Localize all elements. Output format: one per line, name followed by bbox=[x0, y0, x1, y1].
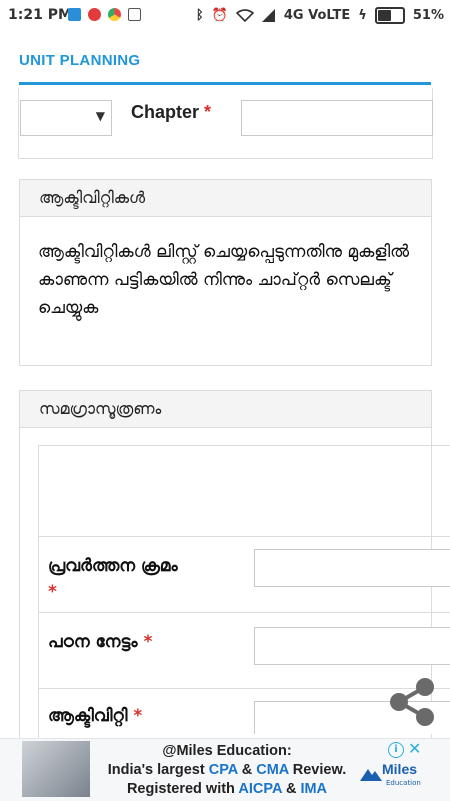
activities-panel-header: ആക്ടിവിറ്റികൾ bbox=[20, 180, 431, 217]
status-bar: 1:21 PM ᛒ ⏰ 4G VoLTE ϟ 51% bbox=[0, 0, 450, 32]
activities-panel-title: ആക്ടിവിറ്റികൾ bbox=[39, 188, 146, 207]
learning-outcome-input[interactable] bbox=[254, 627, 450, 665]
tab-unit-planning[interactable]: UNIT PLANNING bbox=[19, 52, 140, 69]
field-label-process: പ്രവർത്തന ക്രമം * bbox=[48, 553, 248, 605]
ad-cma: CMA bbox=[256, 762, 289, 778]
field-label-text: ആക്ടിവിറ്റി bbox=[48, 706, 128, 726]
ad-logo-sub: Education bbox=[386, 779, 421, 787]
ad-line-3-mid: & bbox=[281, 781, 301, 797]
chapter-input[interactable] bbox=[241, 100, 433, 136]
bluetooth-icon: ᛒ bbox=[195, 8, 204, 23]
field-label-text: പഠന നേട്ടം bbox=[48, 632, 138, 652]
field-label-text: പ്രവർത്തന ക്രമം bbox=[48, 556, 178, 576]
ad-line-3: Registered with AICPA & IMA bbox=[96, 780, 358, 799]
record-icon bbox=[88, 8, 101, 21]
charging-icon: ϟ bbox=[358, 8, 367, 23]
summary-panel-title: സമഗ്രാസൂത്രണം bbox=[39, 399, 162, 418]
wifi-icon bbox=[235, 9, 254, 22]
chapter-label: Chapter * bbox=[131, 102, 211, 123]
status-right: ᛒ ⏰ 4G VoLTE ϟ 51% bbox=[196, 7, 444, 24]
ad-info-icon[interactable]: i bbox=[388, 742, 404, 758]
mountain-icon bbox=[360, 769, 382, 781]
required-mark: * bbox=[48, 582, 57, 602]
chevron-down-icon: ▼ bbox=[95, 109, 105, 123]
battery-fill bbox=[377, 10, 392, 21]
chapter-select[interactable]: ▼ bbox=[20, 100, 112, 136]
ad-ima: IMA bbox=[300, 781, 328, 797]
required-mark: * bbox=[143, 632, 153, 652]
nfc-icon bbox=[128, 8, 141, 21]
battery-icon bbox=[374, 7, 405, 24]
ad-line-2-mid: & bbox=[237, 762, 257, 778]
activities-panel: ആക്ടിവിറ്റികൾ ആക്ടിവിറ്റികൾ ലിസ്റ്റ് ചെയ… bbox=[19, 179, 432, 366]
ad-banner[interactable]: @Miles Education: India's largest CPA & … bbox=[0, 738, 450, 801]
ad-line-2: India's largest CPA & CMA Review. bbox=[96, 761, 358, 780]
battery-percent: 51% bbox=[412, 8, 444, 23]
notification-icons bbox=[68, 8, 141, 21]
chapter-label-text: Chapter bbox=[131, 102, 200, 122]
ad-aicpa: AICPA bbox=[238, 781, 282, 797]
share-icon[interactable] bbox=[385, 675, 439, 729]
ad-logo: Miles Education bbox=[360, 759, 430, 795]
ad-logo-text: Miles bbox=[382, 761, 418, 777]
activities-message: ആക്ടിവിറ്റികൾ ലിസ്റ്റ് ചെയ്യപ്പെടുന്നതിന… bbox=[38, 242, 410, 318]
ad-line-2-post: Review. bbox=[288, 762, 347, 778]
status-time: 1:21 PM bbox=[8, 7, 72, 23]
signal-icon bbox=[261, 9, 275, 22]
tab-indicator bbox=[19, 82, 431, 85]
alarm-icon: ⏰ bbox=[211, 8, 228, 23]
field-label-activity: ആക്ടിവിറ്റി * bbox=[48, 703, 248, 729]
ad-line-2-pre: India's largest bbox=[107, 762, 209, 778]
ad-text: @Miles Education: India's largest CPA & … bbox=[96, 742, 358, 799]
required-mark: * bbox=[133, 706, 143, 726]
network-label: 4G VoLTE bbox=[283, 8, 351, 23]
required-mark: * bbox=[204, 102, 212, 122]
app-header: UNIT PLANNING bbox=[0, 32, 450, 88]
usb-icon bbox=[68, 8, 81, 21]
ad-line-1: @Miles Education: bbox=[162, 743, 292, 759]
chrome-icon bbox=[108, 8, 121, 21]
form-divider bbox=[38, 612, 450, 613]
ad-line-3-pre: Registered with bbox=[126, 781, 239, 797]
form-divider bbox=[38, 536, 450, 537]
ad-image bbox=[22, 741, 90, 797]
summary-panel-header: സമഗ്രാസൂത്രണം bbox=[20, 391, 431, 428]
process-input[interactable] bbox=[254, 549, 450, 587]
ad-cpa: CPA bbox=[208, 762, 238, 778]
ad-close-icon[interactable]: ✕ bbox=[408, 739, 421, 758]
field-label-learning-outcome: പഠന നേട്ടം * bbox=[48, 629, 248, 655]
